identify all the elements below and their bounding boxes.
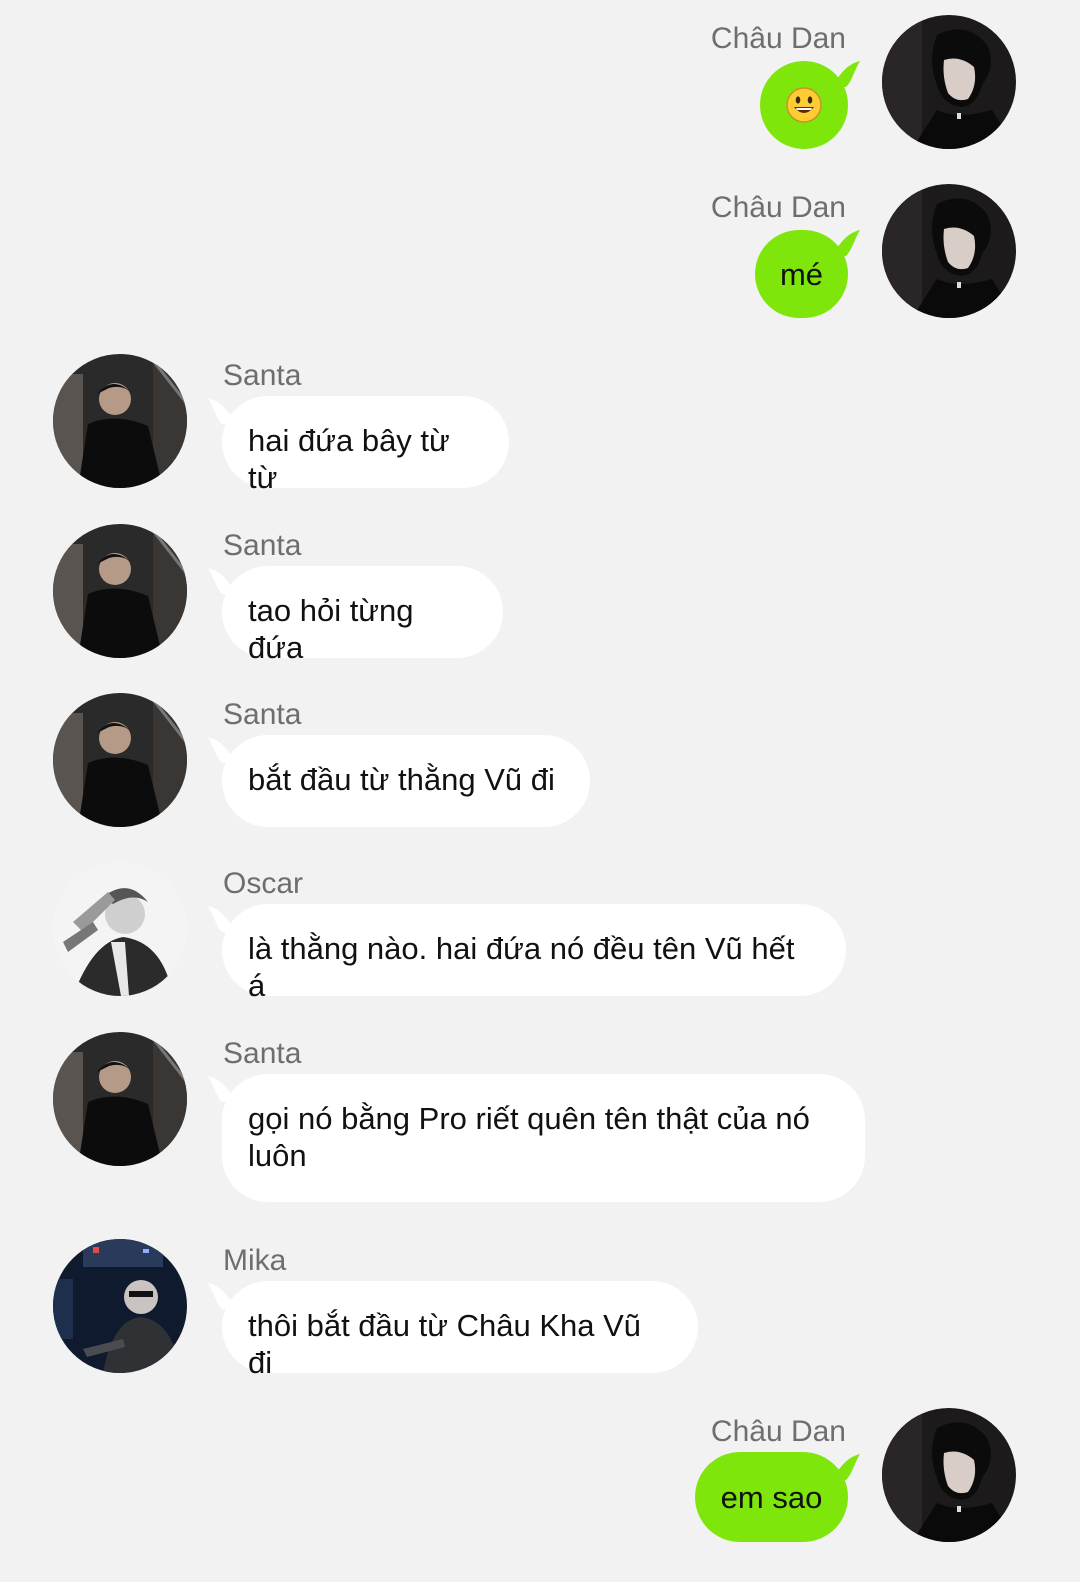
message-bubble[interactable]: hai đứa bây từ từ	[222, 396, 509, 495]
message-bubble[interactable]: gọi nó bằng Pro riết quên tên thật của n…	[222, 1074, 865, 1202]
sender-name: Santa	[223, 529, 302, 562]
avatar-oscar[interactable]	[53, 862, 187, 996]
avatar-chau-dan[interactable]	[882, 1408, 1016, 1542]
avatar-santa[interactable]	[53, 693, 187, 827]
message-incoming: Oscar là thằng nào. hai đứa nó đều tên V…	[0, 862, 1080, 1003]
sender-name: Châu Dan	[710, 22, 846, 55]
avatar-santa[interactable]	[53, 354, 187, 488]
message-incoming: Mika thôi bắt đầu từ Châu Kha Vũ đi	[0, 1239, 1080, 1380]
sender-name: Mika	[223, 1244, 287, 1277]
message-outgoing: Châu Dan em sao	[0, 1408, 1080, 1548]
bubble-tail	[830, 1454, 860, 1480]
avatar-santa[interactable]	[53, 1032, 187, 1166]
sender-name: Châu Dan	[710, 1415, 846, 1448]
chau-dan-avatar-icon	[882, 1408, 1016, 1542]
santa-avatar-icon	[53, 524, 187, 658]
chau-dan-avatar-icon	[882, 184, 1016, 318]
message-incoming: Santa bắt đầu từ thằng Vũ đi	[0, 693, 1080, 833]
sender-name: Santa	[223, 359, 302, 392]
message-outgoing: Châu Dan mé	[0, 184, 1080, 324]
santa-avatar-icon	[53, 693, 187, 827]
sender-name: Oscar	[223, 867, 304, 900]
smiley-emoji-icon	[786, 87, 822, 123]
message-bubble[interactable]: em sao	[695, 1452, 848, 1542]
message-bubble[interactable]: tao hỏi từng đứa	[222, 566, 503, 665]
message-incoming: Santa hai đứa bây từ từ	[0, 354, 1080, 495]
bubble-tail	[830, 230, 860, 256]
avatar-chau-dan[interactable]	[882, 184, 1016, 318]
bubble-tail	[830, 61, 860, 87]
avatar-santa[interactable]	[53, 524, 187, 658]
sender-name: Châu Dan	[710, 191, 846, 224]
chau-dan-avatar-icon	[882, 15, 1016, 149]
message-bubble[interactable]: thôi bắt đầu từ Châu Kha Vũ đi	[222, 1281, 698, 1380]
sender-name: Santa	[223, 1037, 302, 1070]
santa-avatar-icon	[53, 354, 187, 488]
message-bubble[interactable]: bắt đầu từ thằng Vũ đi	[222, 735, 590, 827]
avatar-chau-dan[interactable]	[882, 15, 1016, 149]
mika-avatar-icon	[53, 1239, 187, 1373]
message-incoming: Santa gọi nó bằng Pro riết quên tên thật…	[0, 1032, 1080, 1207]
message-incoming: Santa tao hỏi từng đứa	[0, 524, 1080, 665]
santa-avatar-icon	[53, 1032, 187, 1166]
message-bubble[interactable]: là thằng nào. hai đứa nó đều tên Vũ hết …	[222, 904, 846, 1003]
message-outgoing: Châu Dan	[0, 15, 1080, 155]
sender-name: Santa	[223, 698, 302, 731]
avatar-mika[interactable]	[53, 1239, 187, 1373]
oscar-avatar-icon	[53, 862, 187, 996]
